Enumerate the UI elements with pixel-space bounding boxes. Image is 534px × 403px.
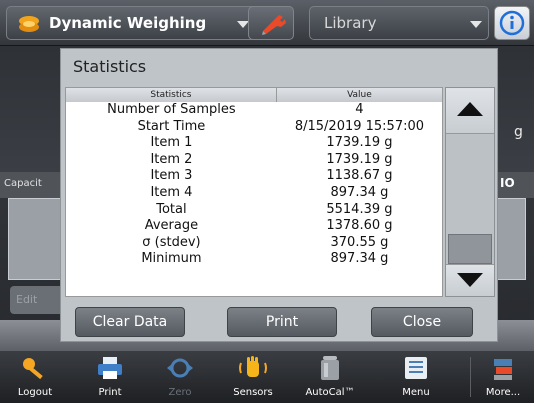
row-label: Number of Samples bbox=[107, 102, 236, 117]
autocal-button[interactable]: AutoCal™ bbox=[290, 351, 370, 403]
table-row: Item 4 897.34 g bbox=[66, 185, 442, 202]
toolbar-label: Sensors bbox=[233, 387, 273, 398]
row-value: 5514.39 g bbox=[326, 201, 393, 217]
table-row: Item 3 1138.67 g bbox=[66, 168, 442, 185]
zero-icon bbox=[167, 358, 193, 378]
logout-button[interactable]: Logout bbox=[0, 351, 70, 403]
print-button[interactable]: Print bbox=[227, 307, 337, 337]
dialog-title: Statistics bbox=[73, 57, 147, 76]
library-selector[interactable]: Library bbox=[309, 6, 489, 40]
chevron-down-icon bbox=[470, 21, 482, 28]
row-label: Minimum bbox=[141, 251, 202, 267]
capacity-value: IO bbox=[500, 176, 515, 190]
weighing-app-icon bbox=[19, 16, 39, 32]
capacity-label: Capacit bbox=[4, 178, 42, 189]
row-label: Item 2 bbox=[150, 151, 193, 167]
row-label: Item 1 bbox=[150, 135, 193, 151]
top-bar: Dynamic Weighing Library bbox=[0, 0, 534, 46]
clear-data-button[interactable]: Clear Data bbox=[75, 307, 185, 337]
more-icon bbox=[494, 359, 512, 380]
bottom-toolbar: Logout Print Zero Sensors AutoCal™ Menu … bbox=[0, 350, 534, 403]
statistics-table: Statistics Value Number of Samples 4 Star… bbox=[65, 87, 443, 297]
wrench-icon bbox=[262, 15, 286, 35]
screen: Dynamic Weighing Library g Capacit IO Ed… bbox=[0, 0, 534, 403]
table-row: Average 1378.60 g bbox=[66, 218, 442, 235]
table-row: Start Time 8/15/2019 15:57:00 bbox=[66, 119, 442, 136]
settings-button[interactable] bbox=[248, 6, 294, 40]
scroll-thumb[interactable] bbox=[448, 234, 492, 264]
row-value: 370.55 g bbox=[330, 234, 389, 250]
app-selector[interactable]: Dynamic Weighing bbox=[6, 6, 278, 40]
table-scrollbar[interactable] bbox=[445, 87, 495, 297]
hand-sensor-icon bbox=[239, 356, 267, 377]
menu-button[interactable]: Menu bbox=[376, 351, 456, 403]
column-header-value: Value bbox=[347, 90, 372, 100]
table-row: σ (stdev) 370.55 g bbox=[66, 235, 442, 252]
row-label: Item 3 bbox=[150, 168, 193, 184]
printer-icon bbox=[98, 357, 122, 379]
row-value: 897.34 g bbox=[330, 184, 389, 200]
key-icon bbox=[23, 358, 43, 380]
zero-button[interactable]: Zero bbox=[150, 351, 210, 403]
row-value: 1739.19 g bbox=[326, 135, 393, 151]
table-header: Statistics Value bbox=[66, 88, 442, 102]
toolbar-label: AutoCal™ bbox=[305, 387, 355, 398]
print-tool-button[interactable]: Print bbox=[80, 351, 140, 403]
toolbar-label: Print bbox=[98, 387, 122, 398]
dialog-buttons: Clear Data Print Close bbox=[65, 301, 493, 339]
close-button[interactable]: Close bbox=[371, 307, 473, 337]
row-value: 1739.19 g bbox=[326, 151, 393, 167]
table-row: Item 1 1739.19 g bbox=[66, 135, 442, 152]
row-value: 1138.67 g bbox=[326, 168, 393, 184]
library-label: Library bbox=[324, 14, 377, 32]
table-row: Total 5514.39 g bbox=[66, 202, 442, 219]
scroll-down-button[interactable] bbox=[446, 264, 494, 296]
row-value: 897.34 g bbox=[330, 251, 389, 267]
info-button[interactable] bbox=[494, 6, 530, 40]
row-label: Total bbox=[156, 201, 187, 217]
table-row: Minimum 897.34 g bbox=[66, 251, 442, 268]
row-label: Average bbox=[144, 218, 199, 234]
row-label: Item 4 bbox=[150, 184, 193, 200]
edit-button[interactable]: Edit bbox=[10, 286, 66, 314]
menu-icon bbox=[405, 357, 427, 379]
app-title: Dynamic Weighing bbox=[49, 14, 207, 32]
toolbar-label: More... bbox=[485, 387, 521, 398]
row-label: Start Time bbox=[137, 118, 206, 134]
table-row: Number of Samples 4 bbox=[66, 102, 442, 119]
sensors-button[interactable]: Sensors bbox=[218, 351, 288, 403]
row-value: 4 bbox=[355, 102, 364, 117]
arrow-up-icon bbox=[457, 102, 483, 116]
statistics-dialog: Statistics Statistics Value Number of Sa… bbox=[60, 48, 498, 342]
toolbar-divider bbox=[470, 357, 471, 397]
weight-unit: g bbox=[514, 124, 523, 140]
toolbar-label: Menu bbox=[402, 387, 430, 398]
toolbar-label: Logout bbox=[17, 387, 53, 398]
row-value: 8/15/2019 15:57:00 bbox=[294, 118, 425, 134]
table-row: Item 2 1739.19 g bbox=[66, 152, 442, 169]
row-label: σ (stdev) bbox=[142, 234, 201, 250]
arrow-down-icon bbox=[457, 273, 483, 287]
weight-icon bbox=[321, 356, 339, 380]
more-button[interactable]: More... bbox=[472, 351, 534, 403]
info-icon bbox=[499, 10, 525, 36]
column-header-statistics: Statistics bbox=[66, 88, 277, 102]
scroll-up-button[interactable] bbox=[446, 88, 494, 134]
toolbar-label: Zero bbox=[168, 387, 192, 398]
row-value: 1378.60 g bbox=[326, 218, 393, 234]
